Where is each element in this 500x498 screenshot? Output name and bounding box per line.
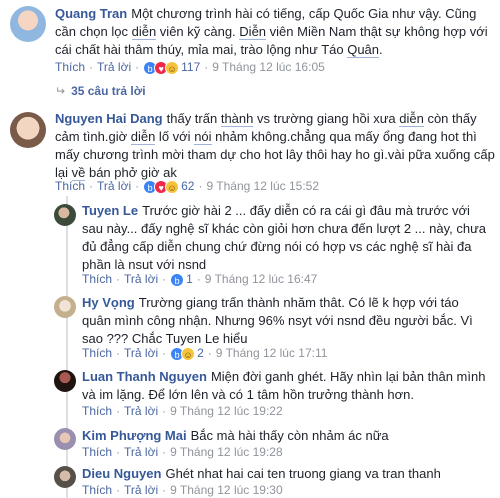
reply-thread-line [66,196,68,498]
comment-actions: Thích · Trả lời · 9 Tháng 12 lúc 19:22 [82,404,283,418]
comment-actions: Thích · Trả lời · 9 Tháng 12 lúc 19:30 [82,483,283,497]
comment-text-part: . [379,42,383,57]
comment-text-part: thấy trấn [166,111,221,126]
reaction-count[interactable]: 2 [197,346,204,360]
comment-body: Quang Tran Một chương trình hài có tiếng,… [55,5,495,59]
reply-link[interactable]: Trả lời [97,60,131,74]
timestamp[interactable]: 9 Tháng 12 lúc 19:22 [170,404,283,418]
comment-actions: Thích · Trả lời · b ♥ ☺ 117 · 9 Tháng 12 lúc 16:0… [55,60,325,75]
comment-text-part: Ghét nhat hai cai ten truong giang va tr… [165,466,441,481]
like-link[interactable]: Thích [82,404,112,418]
keyword-link[interactable]: diễn [131,24,157,40]
reaction-summary[interactable]: b [170,272,185,287]
reply-link[interactable]: Trả lời [124,404,158,418]
comment-text: Bắc mà hài thấy còn nhảm ác nữa [191,428,389,443]
author-name[interactable]: Tuyen Le [82,203,138,218]
keyword-link[interactable]: diễn [399,111,424,127]
avatar[interactable] [10,112,46,148]
comment-text: Trường giang trấn thành nhăm thât. Có lẽ… [82,295,473,346]
avatar[interactable] [54,428,76,450]
avatar[interactable] [54,466,76,488]
comment-body: Luan Thanh Nguyen Miện đời ganh ghét. Hãy… [82,368,487,404]
like-reaction-icon: b [170,272,185,287]
reaction-summary[interactable]: b ☺ [170,346,196,361]
comment-text-part: Bắc mà hài thấy còn nhảm ác nữa [190,428,389,443]
reply-arrow-icon: ↵ [55,84,66,98]
comment-text-part: Trường giang trấn thành nhăm thât. Có lẽ… [82,295,473,346]
like-link[interactable]: Thích [82,483,112,497]
timestamp[interactable]: 9 Tháng 12 lúc 16:47 [205,272,318,286]
avatar[interactable] [54,296,76,318]
comment-body: Dieu Nguyen Ghét nhat hai cai ten truong … [82,465,487,483]
reply-link[interactable]: Trả lời [97,179,131,193]
haha-reaction-icon: ☺ [181,346,196,361]
comment-text-part: lố với [155,129,195,144]
comment-body: Tuyen Le Trước giờ hài 2 ... đấy diễn có … [82,202,487,274]
author-name[interactable]: Quang Tran [55,6,127,21]
comment-text-part: bán phở giờ ak [85,165,177,180]
reaction-count[interactable]: 62 [181,179,194,193]
reply-link[interactable]: Trả lời [124,445,158,459]
comment-text-part: viên kỹ càng. [156,24,240,39]
reaction-count[interactable]: 117 [181,60,200,74]
reaction-count[interactable]: 1 [186,272,193,286]
like-link[interactable]: Thích [55,179,85,193]
author-name[interactable]: Luan Thanh Nguyen [82,369,207,384]
timestamp[interactable]: 9 Tháng 12 lúc 19:30 [170,483,283,497]
keyword-link[interactable]: Quân [347,42,380,58]
reaction-summary[interactable]: b ♥ ☺ [143,179,180,194]
reaction-summary[interactable]: b ♥ ☺ [143,60,180,75]
keyword-link[interactable]: diễn [130,129,156,145]
comment-actions: Thích · Trả lời · 9 Tháng 12 lúc 19:28 [82,445,283,459]
comment-body: Kim Phượng Mai Bắc mà hài thấy còn nhảm á… [82,427,487,445]
author-name[interactable]: Nguyen Hai Dang [55,111,163,126]
like-link[interactable]: Thích [55,60,85,74]
comment-actions: Thích · Trả lời · b ☺ 2 · 9 Tháng 12 lúc 17:11 [82,346,328,361]
reply-link[interactable]: Trả lời [124,272,158,286]
like-link[interactable]: Thích [82,346,112,360]
author-name[interactable]: Kim Phượng Mai [82,428,187,443]
avatar[interactable] [10,6,46,42]
timestamp[interactable]: 9 Tháng 12 lúc 16:05 [212,60,325,74]
author-name[interactable]: Hy Vọng [82,295,135,310]
timestamp[interactable]: 9 Tháng 12 lúc 15:52 [206,179,319,193]
avatar[interactable] [54,370,76,392]
haha-reaction-icon: ☺ [165,60,180,75]
comment-text: Ghét nhat hai cai ten truong giang va tr… [165,466,440,481]
avatar[interactable] [54,204,76,226]
keyword-link[interactable]: Diễn [239,24,267,40]
comment-actions: Thích · Trả lời · b ♥ ☺ 62 · 9 Tháng 12 lúc 15:52 [55,179,320,194]
comment-text-part: vs trường giang hồi xưa [253,111,400,126]
haha-reaction-icon: ☺ [165,179,180,194]
comment-actions: Thích · Trả lời · b 1 · 9 Tháng 12 lúc 16:47 [82,272,318,287]
comment-body: Hy Vọng Trường giang trấn thành nhăm thât… [82,294,487,348]
keyword-link[interactable]: nói [194,129,212,145]
timestamp[interactable]: 9 Tháng 12 lúc 19:28 [170,445,283,459]
timestamp[interactable]: 9 Tháng 12 lúc 17:11 [216,346,328,360]
comment-text-part: Trước giờ hài 2 ... đấy diễn có ra cái g… [82,203,487,272]
comment-text: Trước giờ hài 2 ... đấy diễn có ra cái g… [82,203,486,272]
author-name[interactable]: Dieu Nguyen [82,466,161,481]
view-replies-link[interactable]: ↵ 35 câu trả lời [55,84,146,98]
comment-body: Nguyen Hai Dang thấy trấn thành vs trường… [55,110,495,182]
reply-link[interactable]: Trả lời [124,346,158,360]
like-link[interactable]: Thích [82,272,112,286]
keyword-link[interactable]: thành [220,111,254,127]
reply-link[interactable]: Trả lời [124,483,158,497]
like-link[interactable]: Thích [82,445,112,459]
